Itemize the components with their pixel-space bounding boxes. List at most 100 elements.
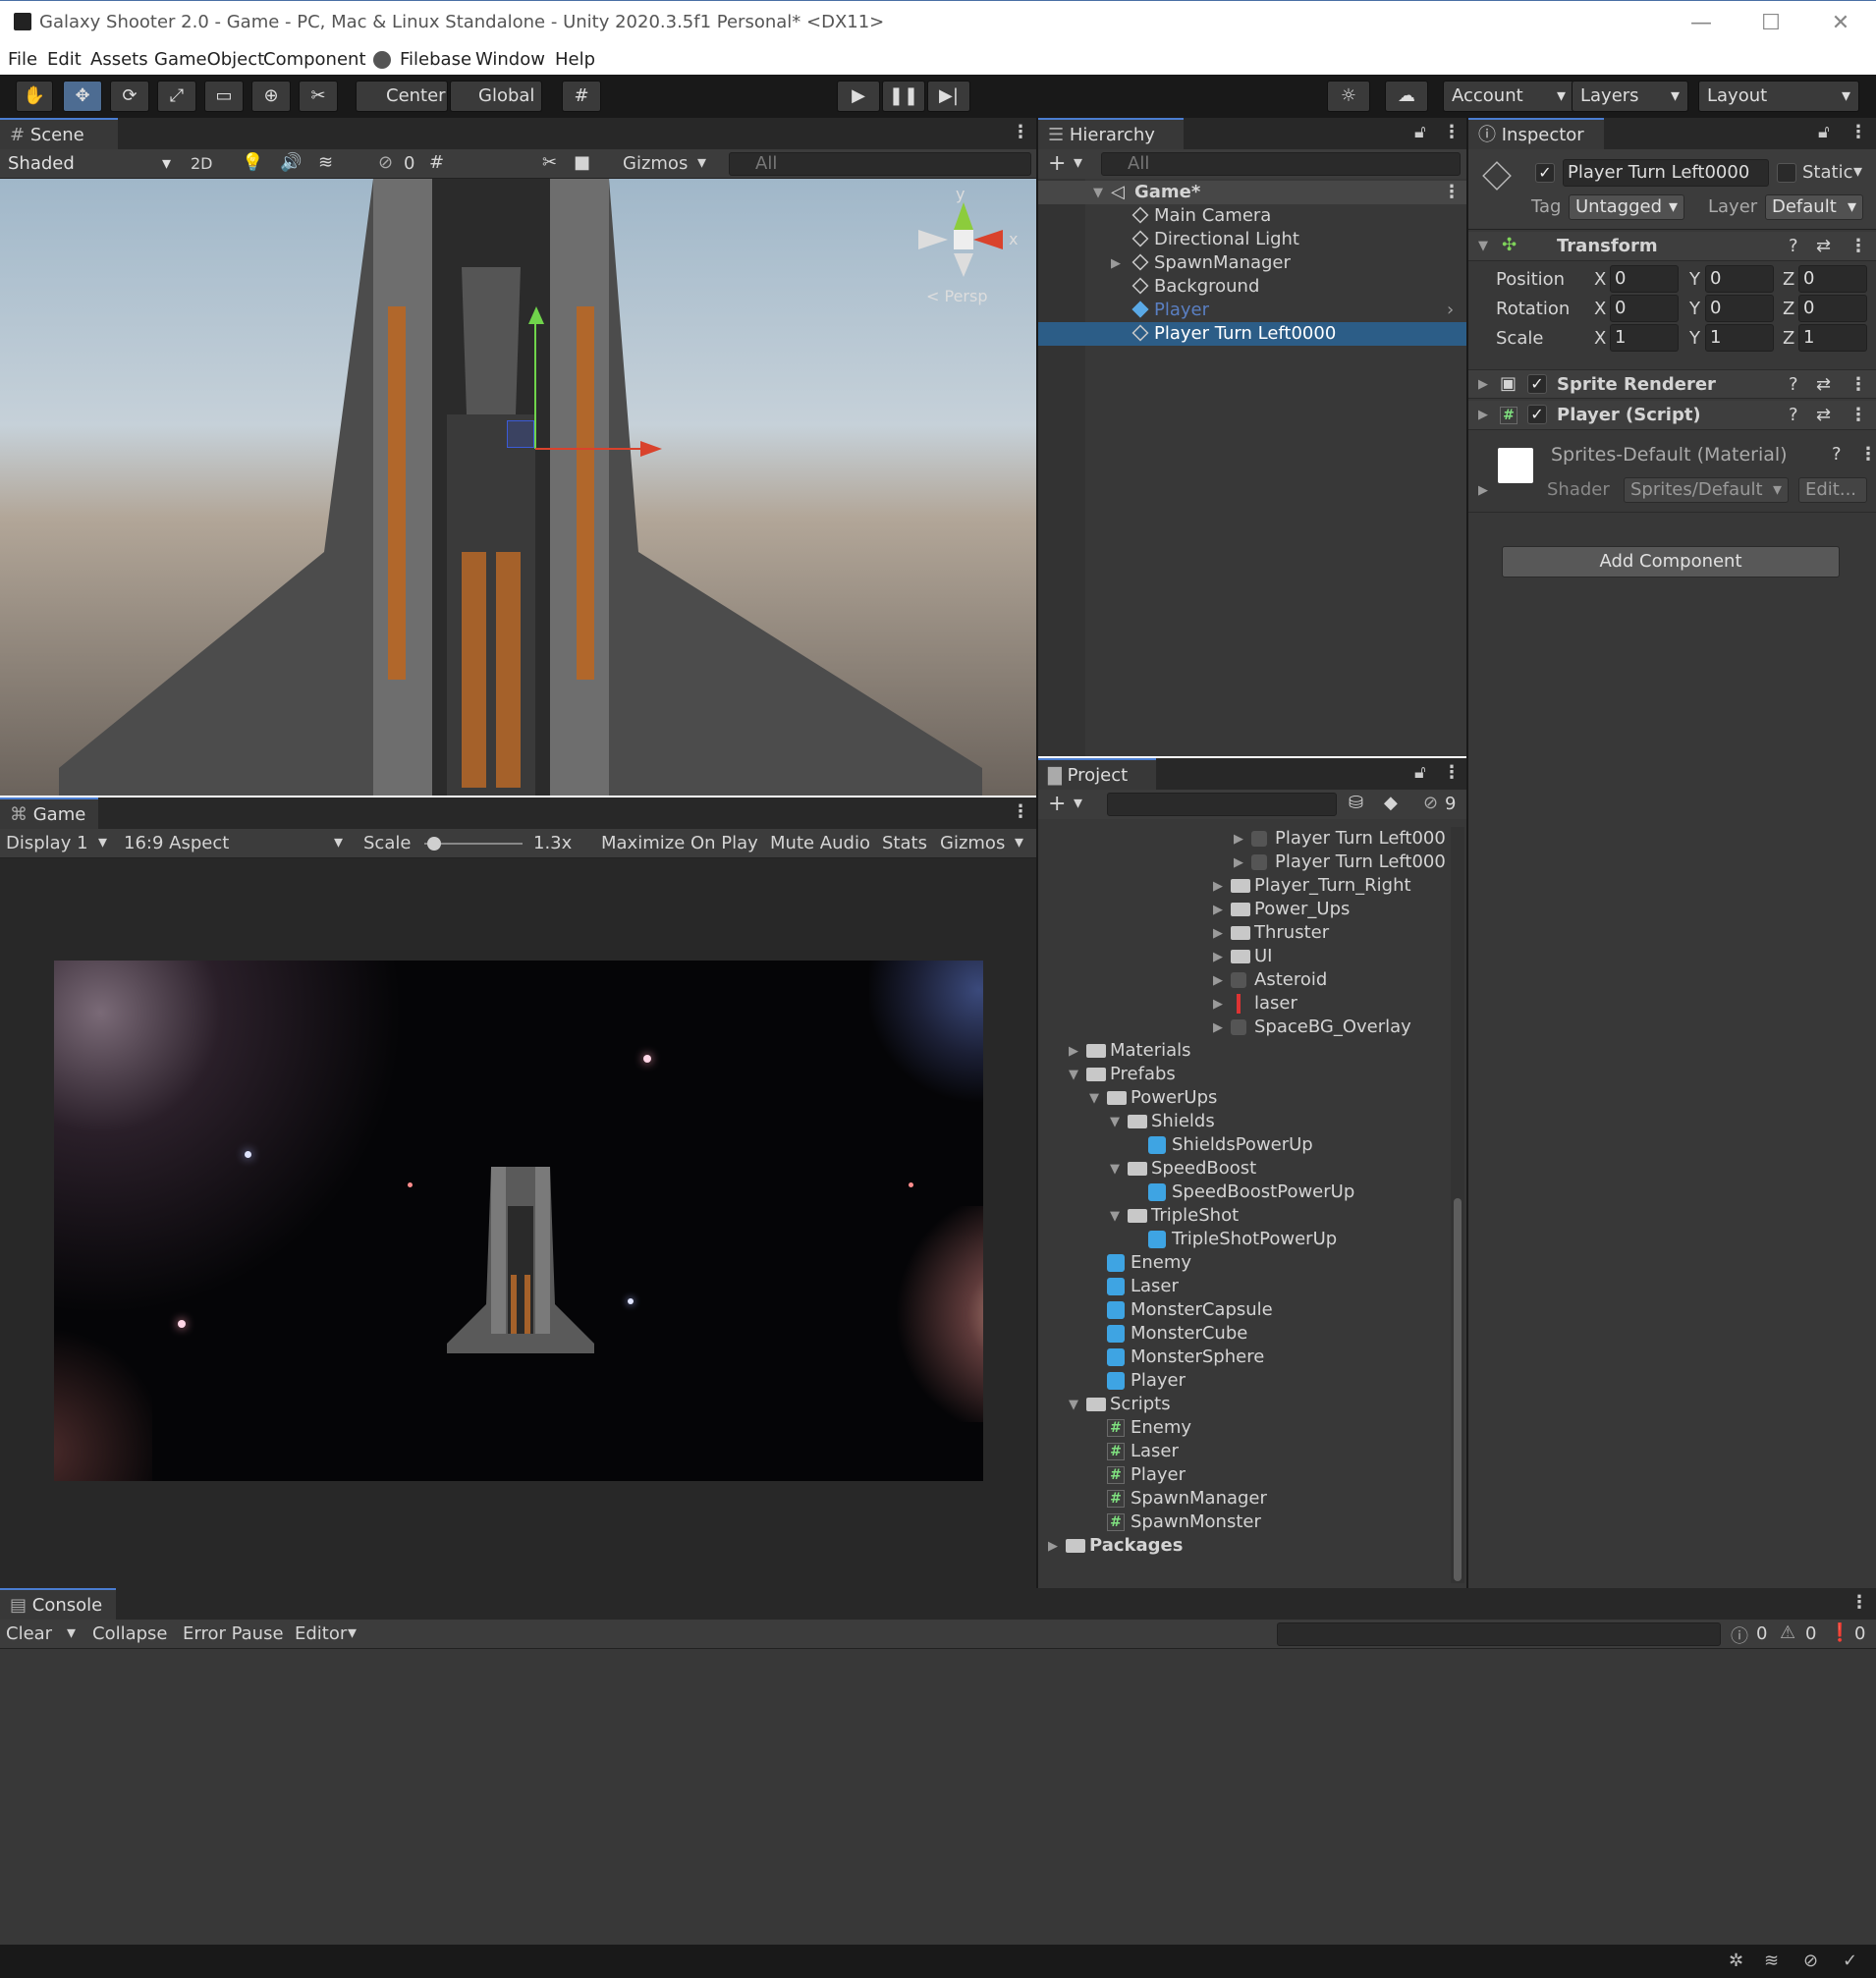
editor-dropdown[interactable]: Editor [295,1623,347,1644]
console-search-input[interactable] [1277,1622,1721,1646]
move-tool-button[interactable]: ✥ [63,81,102,112]
camera-icon[interactable]: ■ [574,152,590,173]
chevron-right-icon[interactable]: ▶ [1478,377,1488,392]
menu-filebase[interactable]: Filebase [400,49,471,70]
rotation-z-field[interactable]: 0 [1798,295,1867,322]
layers-icon[interactable]: ≋ [1764,1951,1779,1971]
debug-icon[interactable]: ✲ [1729,1951,1743,1971]
project-search-input[interactable] [1107,793,1337,816]
maximize-on-play-button[interactable]: Maximize On Play [601,833,758,853]
menu-gameobject[interactable]: GameObject [154,49,264,70]
chevron-right-icon[interactable]: ▶ [1478,408,1488,422]
tab-console[interactable]: ▤ Console [0,1588,116,1620]
chevron-down-icon[interactable]: ▼ [1110,1162,1120,1177]
toggle-2d-button[interactable]: 2D [187,154,217,173]
project-item[interactable]: ▼ PowerUps [1038,1086,1451,1110]
edit-shader-button[interactable]: Edit... [1798,477,1867,503]
clear-button[interactable]: Clear [6,1623,52,1644]
layers-dropdown[interactable]: Layers ▾ [1572,81,1688,112]
layer-dropdown[interactable]: Default ▾ [1765,194,1863,220]
help-icon[interactable]: ? [1832,444,1842,465]
transform-header[interactable]: ▼ ✣ Transform ? ⇄ ⋮ [1468,232,1876,261]
hierarchy-item[interactable]: Main Camera [1038,204,1466,228]
tools-icon[interactable]: ✂ [542,152,557,173]
project-item[interactable]: ▼ Prefabs [1038,1063,1451,1086]
hidden-objects-icon[interactable]: ⊘ [378,152,393,173]
collapse-button[interactable]: Collapse [92,1623,168,1644]
add-icon[interactable]: + [1048,792,1066,816]
tab-hierarchy[interactable]: ☰ Hierarchy [1038,118,1184,149]
player-script-header[interactable]: ▶ # ✓ Player (Script) ? ⇄ ⋮ [1468,401,1876,430]
chevron-down-icon[interactable]: ▼ [1093,186,1103,200]
search-by-type-icon[interactable]: ⛁ [1349,793,1363,813]
chevron-down-icon[interactable]: ▾ [697,152,706,173]
chevron-down-icon[interactable]: ▾ [1074,152,1082,173]
chevron-right-icon[interactable]: ▶ [1069,1044,1078,1059]
more-icon[interactable]: ⋮ [1849,236,1867,256]
hidden-packages-icon[interactable]: ⊘ [1423,793,1438,813]
persp-label[interactable]: < Persp [926,287,988,305]
lock-icon[interactable]: 🔓︎ [1414,122,1426,142]
hierarchy-item[interactable]: Player › [1038,299,1466,322]
pivot-global-button[interactable]: Global [450,81,542,112]
chevron-right-icon[interactable]: ▶ [1213,950,1223,964]
chevron-right-icon[interactable]: › [1447,300,1454,320]
axis-neg-y-cone[interactable] [954,253,973,277]
project-item[interactable]: MonsterCapsule [1038,1298,1451,1322]
tab-inspector[interactable]: ⓘ Inspector [1468,118,1604,149]
project-item[interactable]: ▶ Player Turn Left000 [1038,827,1451,851]
material-preview[interactable] [1498,448,1533,483]
more-icon[interactable]: ⋮ [1850,1592,1868,1613]
chevron-right-icon[interactable]: ▶ [1213,997,1223,1012]
chevron-down-icon[interactable]: ▾ [67,1622,76,1643]
project-item[interactable]: # Player [1038,1463,1451,1487]
lighting-icon[interactable]: 💡 [242,152,263,173]
preset-icon[interactable]: ⇄ [1816,405,1831,425]
more-icon[interactable]: ⋮ [1443,182,1461,202]
project-item[interactable]: Enemy [1038,1251,1451,1275]
static-label[interactable]: Static [1802,162,1852,183]
chevron-down-icon[interactable]: ▾ [348,1622,357,1643]
chevron-right-icon[interactable]: ▶ [1478,483,1488,498]
tag-dropdown[interactable]: Untagged ▾ [1569,194,1684,220]
rotation-x-field[interactable]: 0 [1610,295,1679,322]
preset-icon[interactable]: ⇄ [1816,374,1831,395]
minimize-button[interactable]: — [1677,7,1726,40]
rotation-y-field[interactable]: 0 [1705,295,1774,322]
menu-component[interactable]: Component [263,49,366,70]
chevron-down-icon[interactable]: ▼ [1478,239,1488,253]
custom-tool-button[interactable]: ✂ [299,81,338,112]
rotate-tool-button[interactable]: ⟳ [110,81,149,112]
static-checkbox[interactable] [1777,163,1796,183]
axis-center-cube[interactable] [954,230,973,249]
chevron-right-icon[interactable]: ▶ [1213,879,1223,894]
menu-assets[interactable]: Assets [90,49,148,70]
warning-icon[interactable]: ⚠ [1780,1622,1795,1643]
scene-search-input[interactable]: All [729,152,1031,176]
chevron-right-icon[interactable]: ▶ [1213,973,1223,988]
hierarchy-item[interactable]: Directional Light [1038,228,1466,251]
sprite-renderer-checkbox[interactable]: ✓ [1527,374,1547,394]
scene-header-row[interactable]: ▼ ◁ Game* ⋮ [1038,181,1466,204]
transform-tool-button[interactable]: ⊕ [251,81,291,112]
more-icon[interactable]: ⋮ [1849,374,1867,395]
chevron-right-icon[interactable]: ▶ [1234,832,1243,847]
project-item[interactable]: # SpawnManager [1038,1487,1451,1511]
more-icon[interactable]: ⋮ [1859,444,1876,465]
project-item[interactable]: # SpawnMonster [1038,1511,1451,1534]
effects-icon[interactable]: ≋ [318,152,333,173]
project-item[interactable]: ▶ UI [1038,945,1451,968]
scene-viewport[interactable]: y x < Persp [0,179,1036,796]
hierarchy-item[interactable]: Background [1038,275,1466,299]
scale-slider-thumb[interactable] [427,837,441,851]
chevron-right-icon[interactable]: ▶ [1213,926,1223,941]
project-item[interactable]: # Laser [1038,1440,1451,1463]
audio-icon[interactable]: 🔊 [280,152,302,173]
lock-icon[interactable]: 🔓︎ [1414,762,1426,783]
close-button[interactable]: ✕ [1816,7,1865,40]
project-item[interactable]: ▶ Player_Turn_Right [1038,874,1451,898]
game-gizmos-button[interactable]: Gizmos [940,833,1005,853]
pause-button[interactable]: ❚❚ [882,81,925,112]
console-log-area[interactable] [0,1649,1876,1945]
scale-y-field[interactable]: 1 [1705,324,1774,352]
